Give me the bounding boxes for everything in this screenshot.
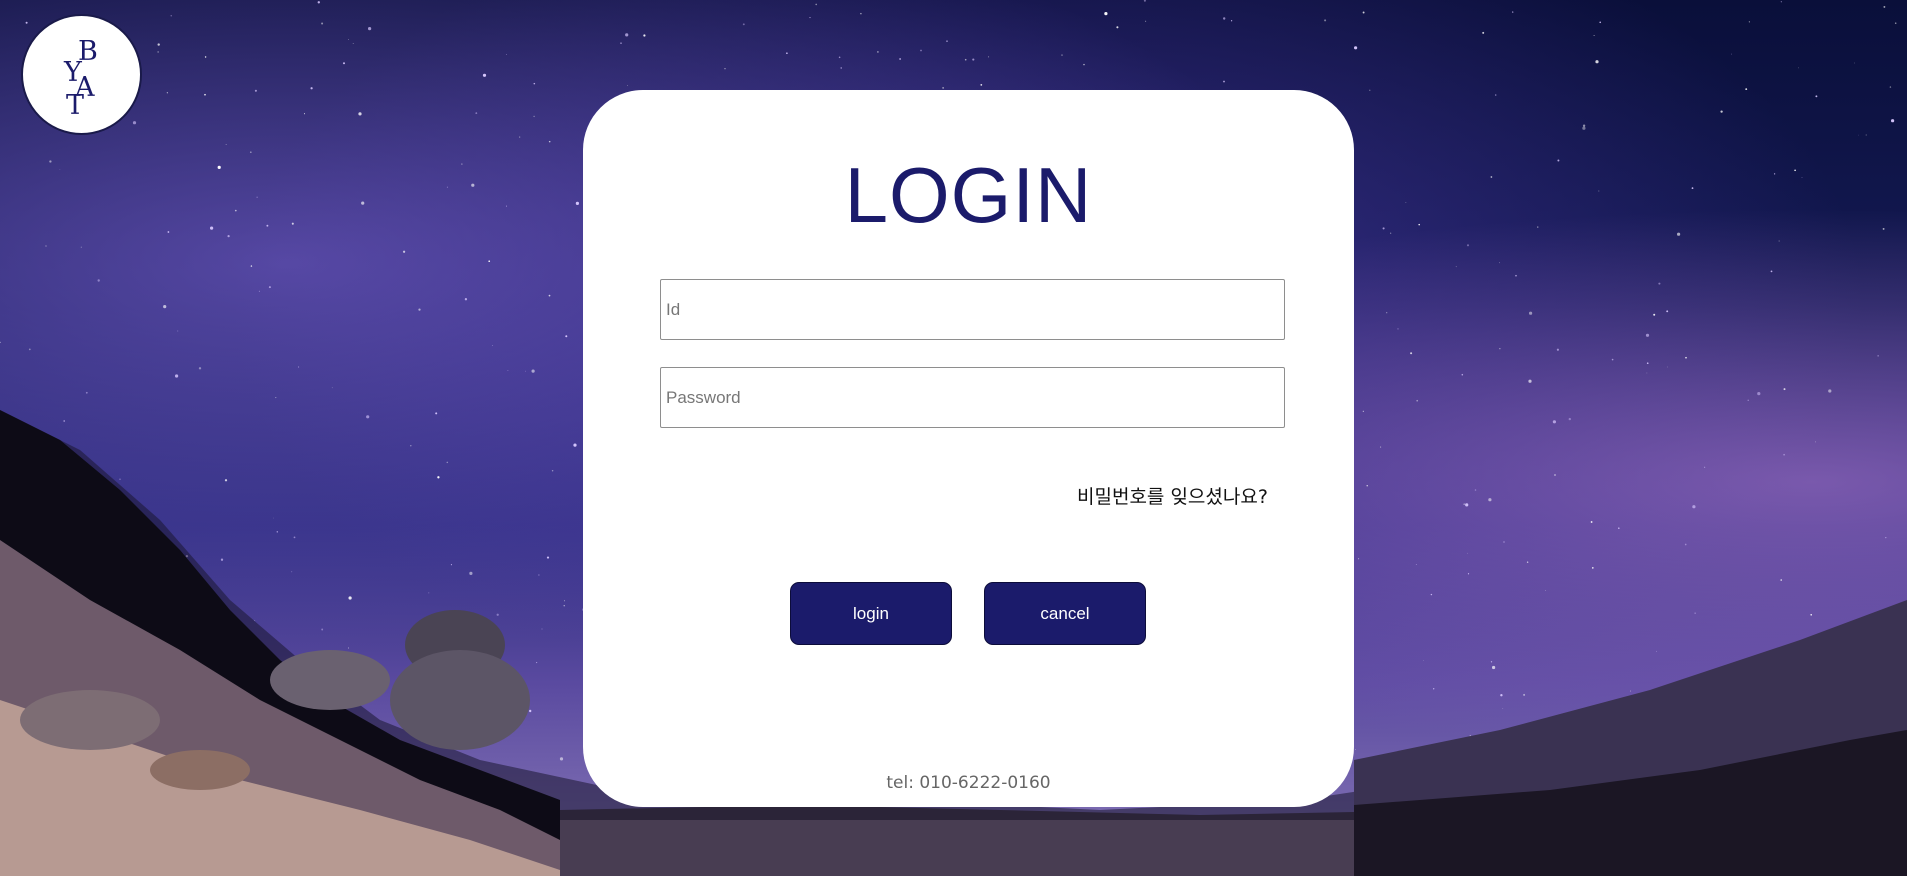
login-button[interactable]: login	[790, 582, 952, 645]
id-input[interactable]	[660, 279, 1285, 340]
login-card: LOGIN 비밀번호를 잊으셨나요? login cancel tel: 010…	[583, 90, 1354, 807]
password-input[interactable]	[660, 367, 1285, 428]
forgot-password-link[interactable]: 비밀번호를 잊으셨나요?	[1077, 482, 1307, 509]
byat-logo[interactable]: B Y A T	[21, 14, 142, 135]
logo-letter-t: T	[66, 90, 85, 121]
telephone-text: tel: 010-6222-0160	[886, 773, 1051, 793]
login-title: LOGIN	[844, 151, 1093, 239]
cancel-button[interactable]: cancel	[984, 582, 1146, 645]
